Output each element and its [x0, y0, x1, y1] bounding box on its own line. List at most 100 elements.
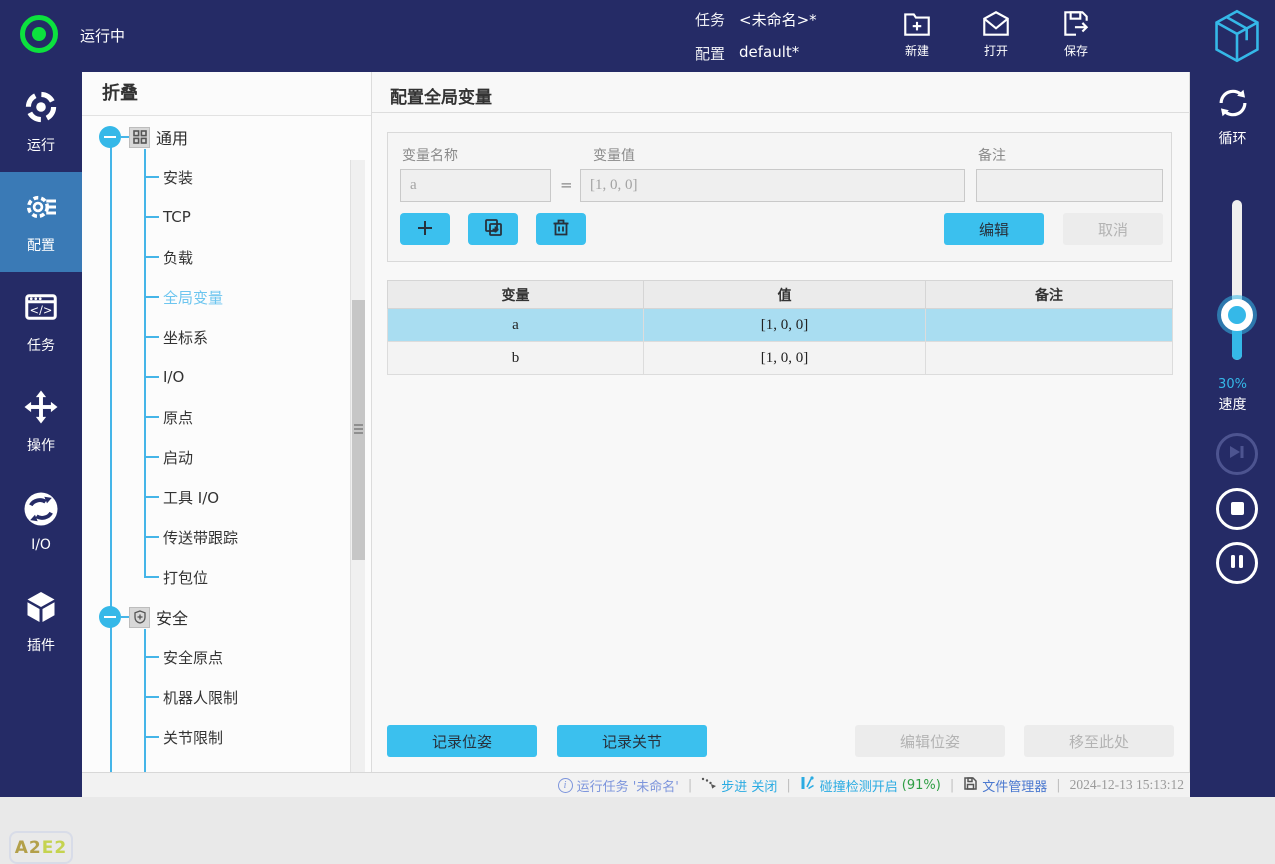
- open-button[interactable]: 打开: [964, 8, 1028, 59]
- record-pose-button[interactable]: 记录位姿: [387, 725, 537, 757]
- col-value: 值: [644, 281, 926, 309]
- nav-item-config[interactable]: 配置: [0, 172, 82, 272]
- speed-label: 速度: [1190, 394, 1275, 414]
- config-row: 配置 default*: [695, 43, 799, 64]
- config-tree: 通用 安装 TCP 负载 全局变量 坐标系 I/O 原点 启动 工具 I/O 传…: [82, 116, 371, 772]
- tree-item-global-variables[interactable]: 全局变量: [82, 277, 342, 317]
- loop-button[interactable]: 循环: [1190, 84, 1275, 148]
- tree-item-install[interactable]: 安装: [82, 157, 342, 197]
- plus-icon: [416, 219, 434, 240]
- open-label: 打开: [964, 42, 1028, 59]
- general-grid-icon: [129, 127, 150, 148]
- nav-item-task[interactable]: </> 任务: [0, 272, 82, 372]
- code-window-icon: </>: [23, 289, 59, 329]
- value-label: 变量值: [593, 145, 635, 165]
- collapse-header[interactable]: 折叠: [82, 72, 371, 116]
- tree-item-tool-io[interactable]: 工具 I/O: [82, 477, 342, 517]
- pause-button[interactable]: [1216, 542, 1258, 584]
- copy-icon: [484, 218, 503, 240]
- col-variable: 变量: [388, 281, 644, 309]
- name-label: 变量名称: [402, 145, 458, 165]
- config-name-value: default*: [739, 43, 799, 64]
- nav-item-io[interactable]: I/O: [0, 472, 82, 572]
- tree-item-conveyor[interactable]: 传送带跟踪: [82, 517, 342, 557]
- task-row: 任务 <未命名>*: [695, 9, 817, 30]
- add-variable-button[interactable]: [400, 213, 450, 245]
- remark-input[interactable]: [976, 169, 1163, 202]
- cube-icon: [23, 589, 59, 629]
- save-button[interactable]: 保存: [1044, 8, 1108, 59]
- tree-item-pack-position[interactable]: 打包位: [82, 557, 342, 597]
- stop-button[interactable]: [1216, 488, 1258, 530]
- status-bar: i 运行任务 '未命名' | 步进 关闭 | 碰撞检测开启(91%) | 文件管…: [82, 772, 1190, 797]
- tree-node-general[interactable]: 通用: [82, 117, 342, 157]
- new-button[interactable]: 新建: [885, 8, 949, 59]
- nav-item-operate[interactable]: 操作: [0, 372, 82, 472]
- tree-item-startup[interactable]: 启动: [82, 437, 342, 477]
- datetime-display: 2024-12-13 15:13:12: [1070, 777, 1184, 793]
- variable-value-input[interactable]: [580, 169, 965, 202]
- tree-item-tcp[interactable]: TCP: [82, 197, 342, 237]
- tree-item-io[interactable]: I/O: [82, 357, 342, 397]
- save-icon: [1044, 8, 1108, 40]
- tree-item-clipped[interactable]: [82, 757, 342, 772]
- page-title: 配置全局变量: [390, 83, 492, 108]
- table-row[interactable]: b [1, 0, 0]: [388, 342, 1173, 375]
- tree-item-payload[interactable]: 负载: [82, 237, 342, 277]
- nav-item-plugin[interactable]: 插件: [0, 572, 82, 672]
- run-state-label: 运行中: [80, 25, 125, 46]
- step-next-button[interactable]: [1216, 433, 1258, 475]
- cancel-button[interactable]: 取消: [1063, 213, 1163, 245]
- global-variables-panel: 配置全局变量 变量名称 变量值 备注 = 编辑 取消 变量 值 备注 a [1,…: [372, 72, 1190, 772]
- collision-percent: (91%): [902, 778, 941, 793]
- nav-label-plugin: 插件: [27, 635, 55, 655]
- collision-icon: [800, 775, 816, 795]
- nav-label-task: 任务: [27, 335, 55, 355]
- collision-detection-toggle[interactable]: 碰撞检测开启(91%): [800, 775, 941, 795]
- config-label: 配置: [695, 43, 725, 64]
- svg-text:</>: </>: [30, 304, 53, 317]
- variable-name-input[interactable]: [400, 169, 551, 202]
- running-task-status: i 运行任务 '未命名': [558, 776, 679, 795]
- copy-variable-button[interactable]: [468, 213, 518, 245]
- gear-icon: [23, 189, 59, 229]
- speed-slider-track[interactable]: [1232, 200, 1242, 360]
- tree-item-robot-limits[interactable]: 机器人限制: [82, 677, 342, 717]
- right-control-panel: 循环 30% 速度: [1190, 72, 1275, 797]
- robot-model-badge: A2E2: [9, 831, 73, 864]
- variable-form: 变量名称 变量值 备注 = 编辑 取消: [387, 132, 1172, 262]
- delete-variable-button[interactable]: [536, 213, 586, 245]
- tree-item-home[interactable]: 原点: [82, 397, 342, 437]
- task-label: 任务: [695, 9, 725, 30]
- remark-label: 备注: [978, 145, 1006, 165]
- tree-scrollbar[interactable]: [350, 160, 365, 772]
- speed-slider-thumb[interactable]: [1221, 299, 1253, 331]
- tree-item-joint-limits[interactable]: 关节限制: [82, 717, 342, 757]
- collapse-minus-icon[interactable]: [99, 606, 121, 628]
- edit-pose-button[interactable]: 编辑位姿: [855, 725, 1005, 757]
- running-status-icon: [20, 15, 58, 53]
- collapse-minus-icon[interactable]: [99, 126, 121, 148]
- file-manager-icon: [963, 776, 978, 795]
- file-manager-link[interactable]: 文件管理器: [963, 776, 1047, 795]
- stop-icon: [1231, 500, 1244, 519]
- loop-arrows-icon: [1214, 107, 1252, 126]
- move-here-button[interactable]: 移至此处: [1024, 725, 1174, 757]
- tree-node-safety[interactable]: 安全: [82, 597, 342, 637]
- tree-item-safety-home[interactable]: 安全原点: [82, 637, 342, 677]
- save-label: 保存: [1044, 42, 1108, 59]
- new-folder-icon: [885, 8, 949, 40]
- edit-button[interactable]: 编辑: [944, 213, 1044, 245]
- speed-percent: 30%: [1190, 377, 1275, 392]
- nav-item-run[interactable]: 运行: [0, 72, 82, 172]
- tree-scrollbar-thumb[interactable]: [352, 300, 365, 560]
- run-target-icon: [23, 89, 59, 129]
- tree-item-coordinate[interactable]: 坐标系: [82, 317, 342, 357]
- record-joints-button[interactable]: 记录关节: [557, 725, 707, 757]
- table-header-row: 变量 值 备注: [388, 281, 1173, 309]
- tree-node-label: 安全: [156, 605, 188, 629]
- info-icon: i: [558, 778, 573, 793]
- nav-label-run: 运行: [27, 135, 55, 155]
- table-row-selected[interactable]: a [1, 0, 0]: [388, 309, 1173, 342]
- step-mode-toggle[interactable]: 步进 关闭: [701, 776, 777, 795]
